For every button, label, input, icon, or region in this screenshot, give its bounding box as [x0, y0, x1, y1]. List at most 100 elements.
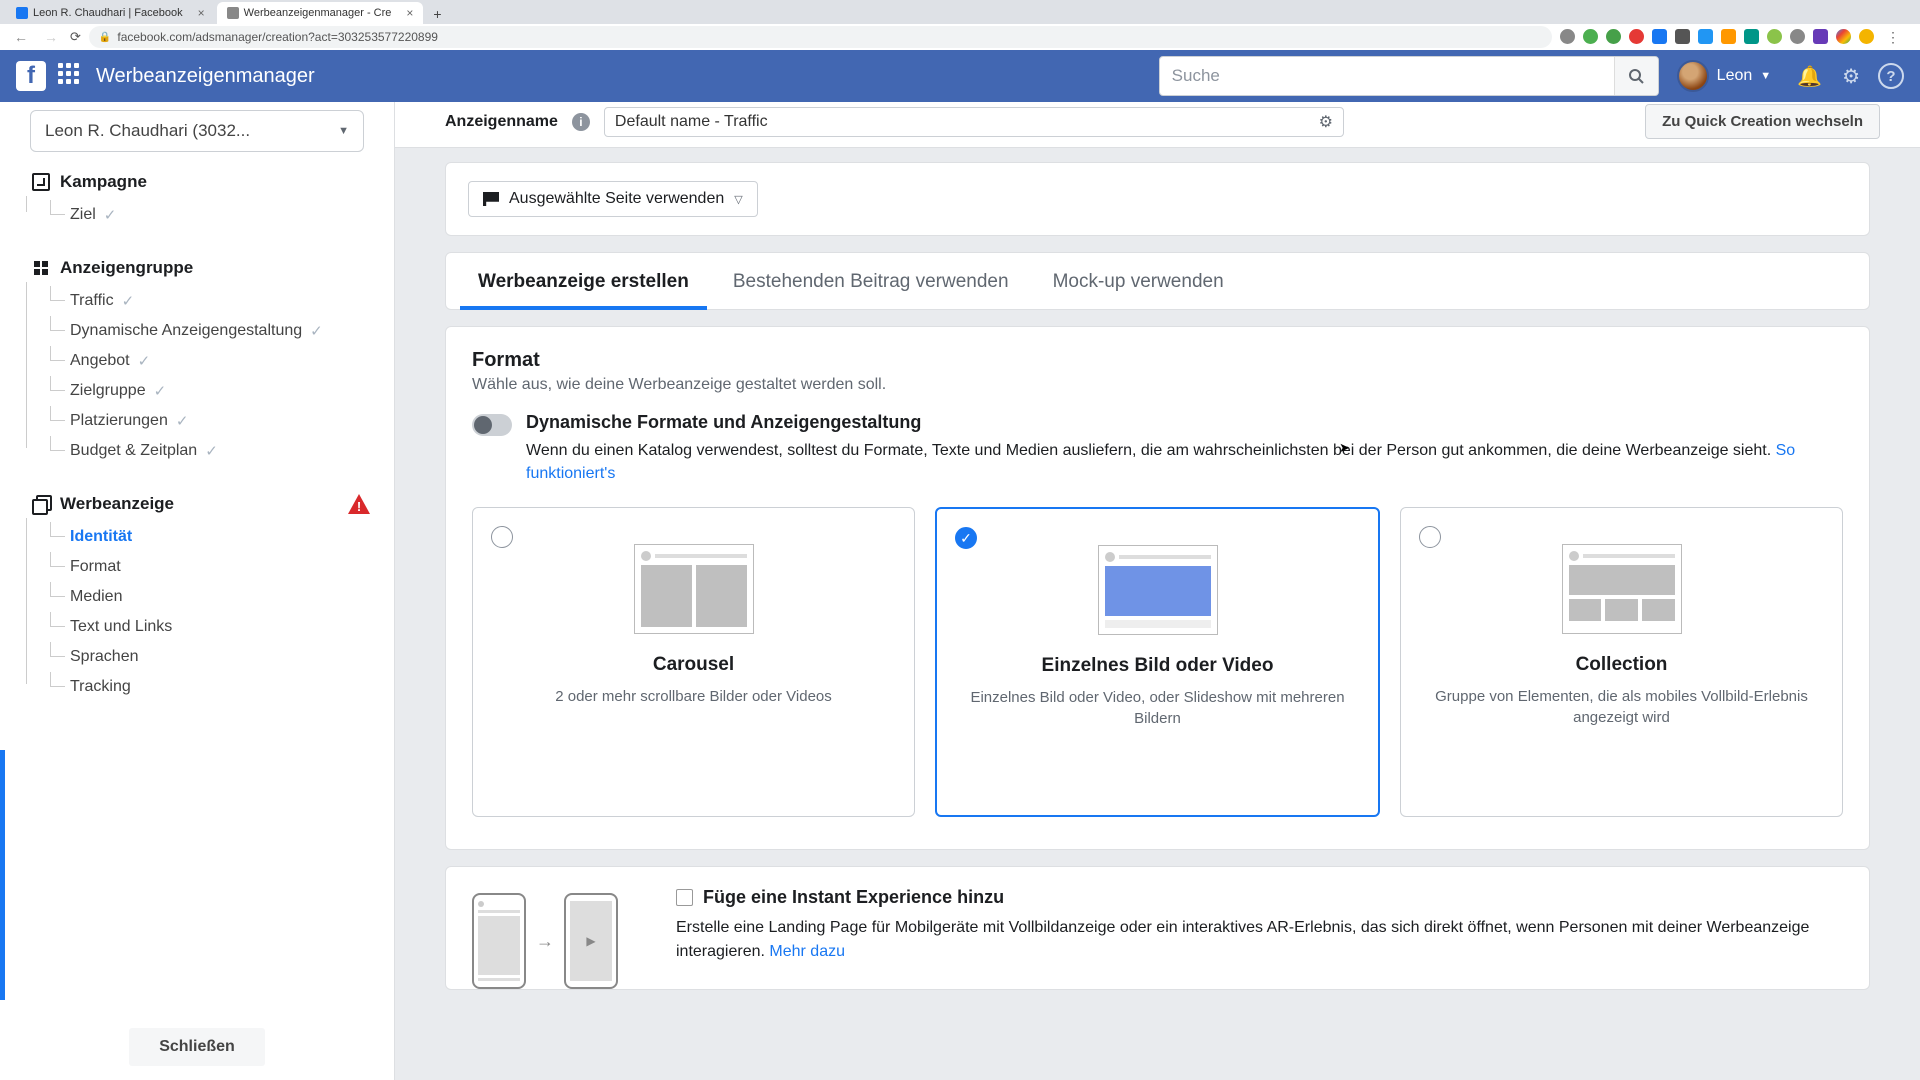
ext-icon[interactable] [1652, 29, 1667, 44]
ext-icon[interactable] [1560, 29, 1575, 44]
ext-icon[interactable] [1721, 29, 1736, 44]
dynamic-format-toggle[interactable] [472, 414, 512, 436]
new-tab-button[interactable]: + [425, 4, 449, 24]
quick-creation-button[interactable]: Zu Quick Creation wechseln [1645, 104, 1880, 139]
search-icon [1628, 68, 1644, 84]
ext-icon[interactable] [1629, 29, 1644, 44]
facebook-logo-icon[interactable]: f [16, 61, 46, 91]
active-section-indicator [0, 750, 5, 1000]
url-field[interactable]: 🔒 facebook.com/adsmanager/creation?act=3… [89, 26, 1552, 48]
tab-label: Mock-up verwenden [1053, 271, 1224, 292]
nav-item-angebot[interactable]: Angebot✓ [50, 346, 376, 376]
tab-existing-post[interactable]: Bestehenden Beitrag verwenden [711, 253, 1031, 309]
browser-tab-1[interactable]: Werbeanzeigenmanager - Cre × [217, 2, 424, 24]
close-button[interactable]: Schließen [129, 1028, 265, 1066]
browser-tab-0[interactable]: Leon R. Chaudhari | Facebook × [6, 2, 215, 24]
nav-item-label: Angebot [70, 352, 130, 370]
ad-source-tabs: Werbeanzeige erstellen Bestehenden Beitr… [446, 253, 1869, 309]
close-icon[interactable]: × [198, 6, 205, 20]
account-name: Leon R. Chaudhari (3032... [45, 121, 250, 141]
instant-experience-card: → ▶ Füge eine Instant Experience hinzu E… [445, 866, 1870, 990]
cursor-icon: ➤ [1339, 440, 1350, 456]
ext-icon[interactable] [1606, 29, 1621, 44]
instant-preview-icon: → ▶ [472, 887, 652, 989]
ext-icon[interactable] [1767, 29, 1782, 44]
nav-item-budget[interactable]: Budget & Zeitplan✓ [50, 436, 376, 466]
ad-name-label: Anzeigenname [445, 113, 558, 131]
account-selector[interactable]: Leon R. Chaudhari (3032... ▼ [30, 110, 364, 152]
nav-label: Kampagne [60, 172, 147, 192]
nav-item-sprachen[interactable]: Sprachen [50, 642, 376, 672]
reload-icon[interactable]: ⟳ [70, 29, 81, 45]
selected-page-dropdown[interactable]: Ausgewählte Seite verwenden ▽ [468, 181, 758, 217]
user-name: Leon [1717, 67, 1753, 85]
ext-icon[interactable] [1813, 29, 1828, 44]
ext-icon[interactable] [1698, 29, 1713, 44]
facebook-favicon [16, 7, 28, 19]
instant-title: Füge eine Instant Experience hinzu [703, 887, 1004, 908]
ext-icon[interactable] [1790, 29, 1805, 44]
nav-item-label: Traffic [70, 292, 114, 310]
nav-header-ad[interactable]: Werbeanzeige ! [26, 484, 376, 522]
user-menu[interactable]: Leon ▼ [1677, 60, 1771, 92]
info-icon[interactable]: i [572, 113, 590, 131]
nav-item-text[interactable]: Text und Links [50, 612, 376, 642]
ad-source-tabs-card: Werbeanzeige erstellen Bestehenden Beitr… [445, 252, 1870, 310]
browser-tab-title: Leon R. Chaudhari | Facebook [33, 7, 183, 19]
dynamic-format-desc: Wenn du einen Katalog verwendest, sollte… [526, 439, 1843, 485]
ext-icon[interactable] [1675, 29, 1690, 44]
nav-item-zielgruppe[interactable]: Zielgruppe✓ [50, 376, 376, 406]
lock-icon: 🔒 [99, 32, 111, 43]
layers-icon [32, 495, 50, 513]
gear-icon[interactable]: ⚙ [1842, 64, 1860, 89]
ext-icon[interactable] [1744, 29, 1759, 44]
search-button[interactable] [1614, 57, 1658, 95]
nav-item-label: Platzierungen [70, 412, 168, 430]
nav-item-tracking[interactable]: Tracking [50, 672, 376, 702]
tab-create-ad[interactable]: Werbeanzeige erstellen [456, 253, 711, 309]
option-title: Einzelnes Bild oder Video [955, 655, 1360, 677]
search-input[interactable] [1160, 66, 1614, 86]
close-icon[interactable]: × [406, 6, 413, 20]
facebook-topbar: f Werbeanzeigenmanager Leon ▼ 🔔 ⚙ ? [0, 50, 1920, 102]
nav-item-dynamic[interactable]: Dynamische Anzeigengestaltung✓ [50, 316, 376, 346]
nav-item-ziel[interactable]: Ziel ✓ [50, 200, 376, 230]
avatar [1677, 60, 1709, 92]
ext-icon[interactable] [1836, 29, 1851, 44]
learn-more-link[interactable]: Mehr dazu [769, 943, 845, 960]
format-option-carousel[interactable]: Carousel 2 oder mehr scrollbare Bilder o… [472, 507, 915, 817]
account-selector-wrap: Leon R. Chaudhari (3032... ▼ [30, 110, 364, 152]
nav-header-adset[interactable]: Anzeigengruppe [26, 248, 376, 286]
option-desc: Einzelnes Bild oder Video, oder Slidesho… [955, 687, 1360, 729]
back-icon[interactable]: ← [10, 29, 32, 45]
toggle-knob [474, 416, 492, 434]
check-icon: ✓ [122, 292, 135, 310]
format-option-single[interactable]: ✓ Einzelnes Bild oder Video Einzelnes Bi… [935, 507, 1380, 817]
ext-icon[interactable] [1859, 29, 1874, 44]
ext-icon[interactable] [1583, 29, 1598, 44]
help-icon[interactable]: ? [1878, 63, 1904, 89]
nav-item-label: Medien [70, 588, 122, 606]
gear-icon[interactable]: ⚙ [1319, 112, 1333, 132]
nav-item-label: Sprachen [70, 648, 139, 666]
option-desc: Gruppe von Elementen, die als mobiles Vo… [1419, 686, 1824, 728]
browser-tab-title: Werbeanzeigenmanager - Cre [244, 7, 392, 19]
menu-icon[interactable]: ⋮ [1882, 29, 1904, 46]
nav-item-platzierungen[interactable]: Platzierungen✓ [50, 406, 376, 436]
nav-item-identitaet[interactable]: Identität [50, 522, 376, 552]
instant-checkbox[interactable] [676, 889, 693, 906]
dynamic-format-title: Dynamische Formate und Anzeigengestaltun… [526, 412, 1843, 433]
format-option-collection[interactable]: Collection Gruppe von Elementen, die als… [1400, 507, 1843, 817]
check-icon: ✓ [104, 206, 117, 224]
option-title: Collection [1419, 654, 1824, 676]
tab-mockup[interactable]: Mock-up verwenden [1031, 253, 1246, 309]
nav-item-label: Budget & Zeitplan [70, 442, 197, 460]
bell-icon[interactable]: 🔔 [1797, 64, 1822, 89]
option-desc: 2 oder mehr scrollbare Bilder oder Video… [491, 686, 896, 707]
nav-item-traffic[interactable]: Traffic ✓ [50, 286, 376, 316]
ad-name-input[interactable] [615, 113, 1319, 131]
nav-header-campaign[interactable]: Kampagne [26, 162, 376, 200]
apps-grid-icon[interactable] [58, 63, 84, 89]
nav-item-format[interactable]: Format [50, 552, 376, 582]
nav-item-medien[interactable]: Medien [50, 582, 376, 612]
